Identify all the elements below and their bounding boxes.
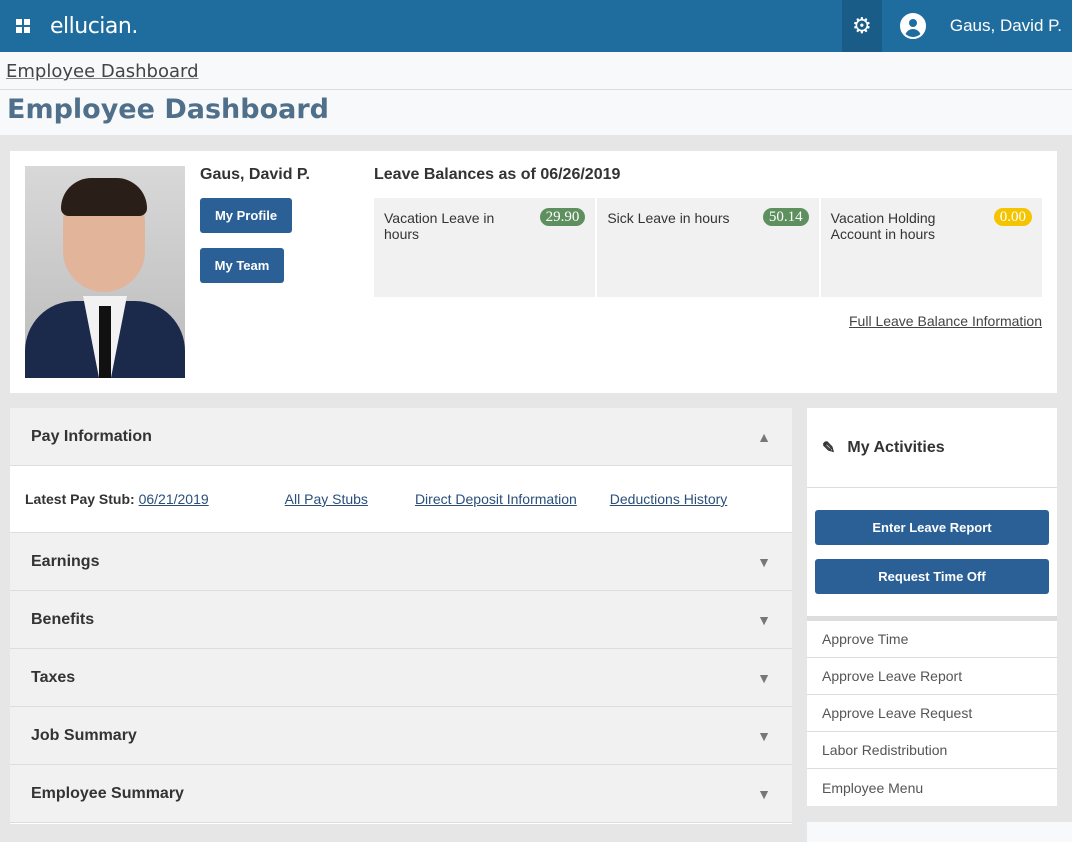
section-benefits[interactable]: Benefits ▼ — [10, 591, 792, 649]
my-activities-panel: ✎ My Activities Enter Leave Report Reques… — [807, 408, 1057, 806]
page-title: Employee Dashboard — [7, 94, 329, 125]
magic-wand-icon: ✎ — [822, 439, 836, 457]
breadcrumb: Employee Dashboard — [0, 52, 1072, 90]
chevron-down-icon: ▼ — [757, 611, 771, 628]
pay-information-header[interactable]: Pay Information ▲ — [10, 408, 792, 466]
chevron-down-icon: ▼ — [757, 553, 771, 570]
approve-time-link[interactable]: Approve Time — [807, 621, 1057, 658]
all-pay-stubs-link[interactable]: All Pay Stubs — [285, 491, 368, 507]
my-team-button[interactable]: My Team — [200, 248, 284, 283]
chevron-down-icon: ▼ — [757, 669, 771, 686]
section-job-summary[interactable]: Job Summary ▼ — [10, 707, 792, 765]
section-employee-summary[interactable]: Employee Summary ▼ — [10, 765, 792, 823]
balance-badge: 29.90 — [539, 208, 586, 226]
labor-redistribution-link[interactable]: Labor Redistribution — [807, 732, 1057, 769]
ellucian-logo[interactable]: ellucian. — [50, 14, 138, 39]
approve-leave-request-link[interactable]: Approve Leave Request — [807, 695, 1057, 732]
my-activities-title: My Activities — [847, 438, 945, 456]
profile-card: Gaus, David P. My Profile My Team Leave … — [10, 151, 1057, 393]
app-grid-icon[interactable] — [16, 19, 30, 33]
employee-name: Gaus, David P. — [200, 166, 310, 183]
leave-balances-title: Leave Balances as of 06/26/2019 — [374, 166, 621, 183]
gear-icon[interactable]: ⚙ — [841, 0, 882, 52]
request-time-off-button[interactable]: Request Time Off — [815, 559, 1049, 594]
profile-photo — [25, 166, 185, 378]
approve-leave-report-link[interactable]: Approve Leave Report — [807, 658, 1057, 695]
leave-balance-sick: Sick Leave in hours 50.14 — [597, 198, 819, 297]
balance-badge: 0.00 — [993, 208, 1032, 226]
chevron-down-icon: ▼ — [757, 727, 771, 744]
direct-deposit-link[interactable]: Direct Deposit Information — [415, 491, 577, 507]
section-taxes[interactable]: Taxes ▼ — [10, 649, 792, 707]
my-profile-button[interactable]: My Profile — [200, 198, 292, 233]
chevron-up-icon: ▲ — [757, 428, 771, 445]
leave-balance-vacation: Vacation Leave in hours 29.90 — [374, 198, 596, 297]
user-name[interactable]: Gaus, David P. — [950, 16, 1062, 36]
latest-pay-stub-link[interactable]: 06/21/2019 — [139, 491, 209, 507]
full-leave-balance-link[interactable]: Full Leave Balance Information — [849, 313, 1042, 329]
pay-information-body: Latest Pay Stub: 06/21/2019 All Pay Stub… — [10, 466, 792, 533]
balance-badge: 50.14 — [762, 208, 809, 226]
breadcrumb-link[interactable]: Employee Dashboard — [6, 61, 199, 82]
leave-balance-holding: Vacation Holding Account in hours 0.00 — [820, 198, 1042, 297]
enter-leave-report-button[interactable]: Enter Leave Report — [815, 510, 1049, 545]
chevron-down-icon: ▼ — [757, 785, 771, 802]
section-earnings[interactable]: Earnings ▼ — [10, 533, 792, 591]
user-avatar-icon[interactable] — [899, 13, 926, 39]
pay-panel: Pay Information ▲ Latest Pay Stub: 06/21/… — [10, 408, 792, 824]
employee-menu-link[interactable]: Employee Menu — [807, 769, 1057, 806]
deductions-history-link[interactable]: Deductions History — [610, 491, 728, 507]
top-bar: ellucian. ⚙ Gaus, David P. — [0, 0, 1072, 52]
